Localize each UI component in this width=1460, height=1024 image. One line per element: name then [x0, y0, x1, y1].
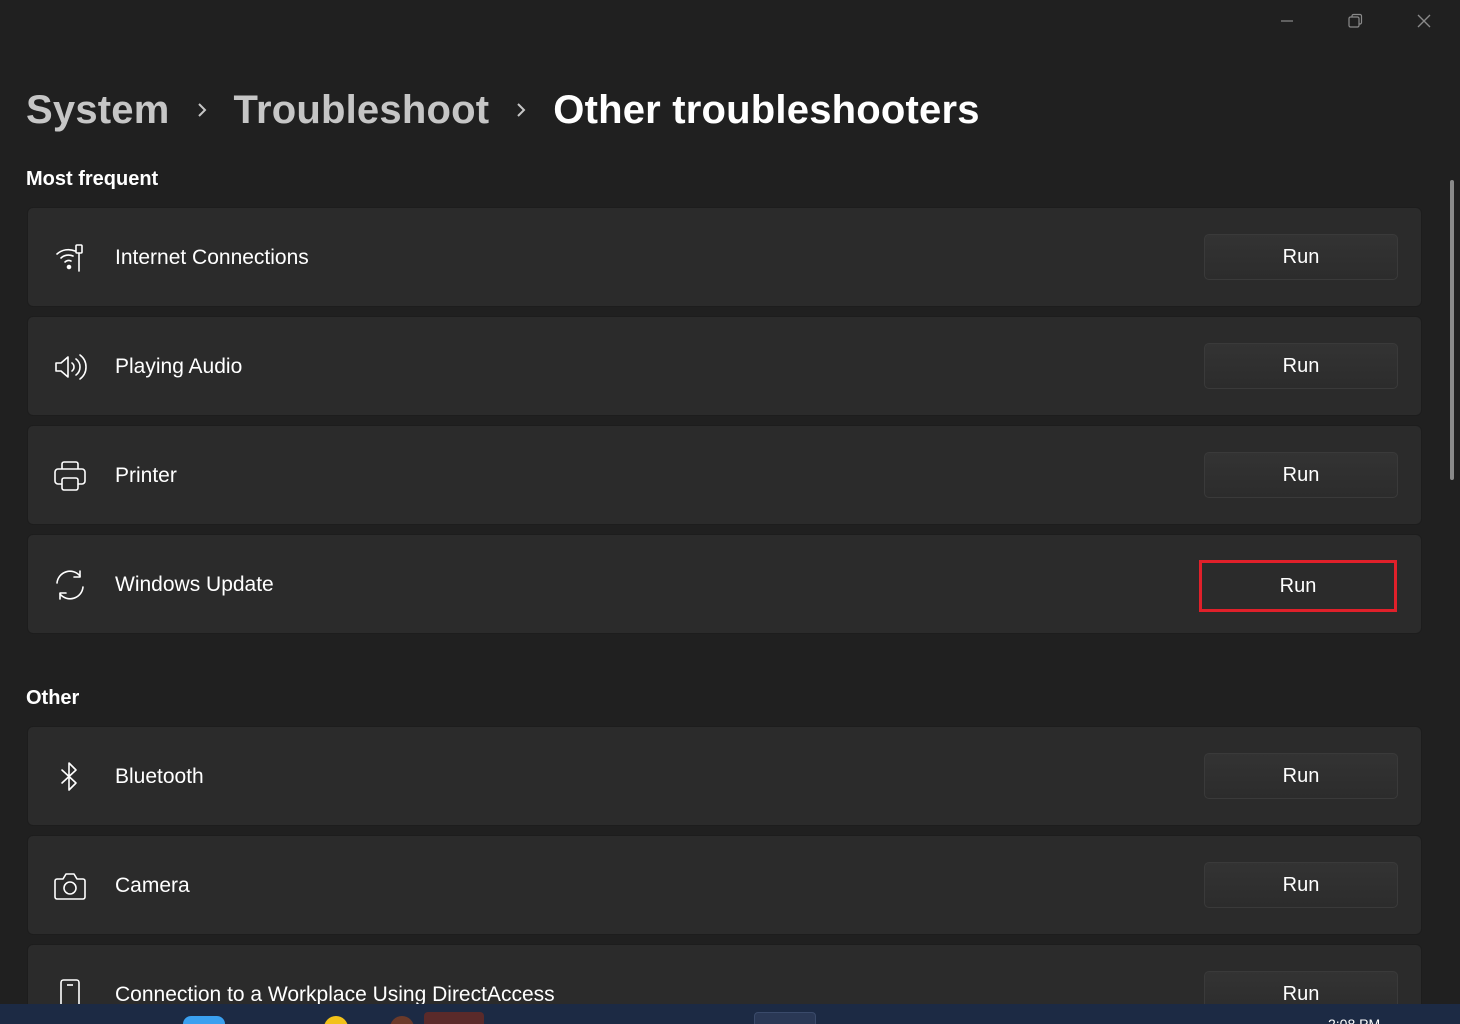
troubleshooter-camera: Camera Run: [27, 835, 1422, 935]
minimize-icon: [1279, 13, 1295, 29]
troubleshooter-label: Printer: [115, 464, 177, 487]
wifi-icon: [52, 241, 88, 275]
bluetooth-icon: [52, 760, 88, 794]
troubleshooter-printer: Printer Run: [27, 425, 1422, 525]
sync-icon: [52, 568, 88, 602]
taskbar-app-icon[interactable]: [390, 1016, 414, 1024]
page-title: Other troubleshooters: [553, 87, 980, 132]
close-button[interactable]: [1401, 6, 1447, 36]
troubleshooter-internet-connections: Internet Connections Run: [27, 207, 1422, 307]
section-title-other: Other: [26, 687, 80, 709]
taskbar-app-icon[interactable]: [424, 1012, 484, 1024]
troubleshooter-playing-audio: Playing Audio Run: [27, 316, 1422, 416]
chevron-right-icon: [489, 90, 553, 130]
section-title-most-frequent: Most frequent: [26, 168, 159, 190]
restore-icon: [1347, 13, 1363, 29]
run-directaccess-button[interactable]: Run: [1204, 971, 1398, 1004]
close-icon: [1416, 13, 1432, 29]
run-printer-button[interactable]: Run: [1204, 452, 1398, 498]
run-bluetooth-button[interactable]: Run: [1204, 753, 1398, 799]
taskbar-app-icon[interactable]: [324, 1016, 348, 1024]
troubleshooter-label: Camera: [115, 874, 190, 897]
taskbar-clock[interactable]: 2:08 PM: [1328, 1016, 1380, 1024]
run-playing-audio-button[interactable]: Run: [1204, 343, 1398, 389]
troubleshooter-directaccess: Connection to a Workplace Using DirectAc…: [27, 944, 1422, 1004]
run-camera-button[interactable]: Run: [1204, 862, 1398, 908]
camera-icon: [52, 869, 88, 903]
minimize-button[interactable]: [1264, 6, 1310, 36]
settings-window: System Troubleshoot Other troubleshooter…: [0, 0, 1460, 1004]
chevron-right-icon: [170, 90, 234, 130]
taskbar-app-icon[interactable]: [183, 1016, 225, 1024]
troubleshooter-windows-update: Windows Update Run: [27, 534, 1422, 634]
restore-button[interactable]: [1332, 6, 1378, 36]
speaker-icon: [52, 350, 88, 384]
troubleshooter-label: Bluetooth: [115, 765, 204, 788]
run-internet-connections-button[interactable]: Run: [1204, 234, 1398, 280]
vertical-scrollbar[interactable]: [1450, 180, 1454, 480]
taskbar: 2:08 PM: [0, 1004, 1460, 1024]
troubleshooter-label: Windows Update: [115, 573, 274, 596]
printer-icon: [52, 459, 88, 493]
troubleshooter-label: Connection to a Workplace Using DirectAc…: [115, 983, 555, 1004]
run-windows-update-button[interactable]: Run: [1199, 560, 1397, 612]
breadcrumb: System Troubleshoot Other troubleshooter…: [26, 82, 980, 138]
phone-icon: [52, 978, 88, 1004]
taskbar-app-icon[interactable]: [754, 1012, 816, 1024]
troubleshooter-label: Playing Audio: [115, 355, 243, 378]
breadcrumb-system[interactable]: System: [26, 88, 170, 133]
troubleshooter-bluetooth: Bluetooth Run: [27, 726, 1422, 826]
troubleshooter-label: Internet Connections: [115, 246, 309, 269]
breadcrumb-troubleshoot[interactable]: Troubleshoot: [234, 88, 490, 133]
